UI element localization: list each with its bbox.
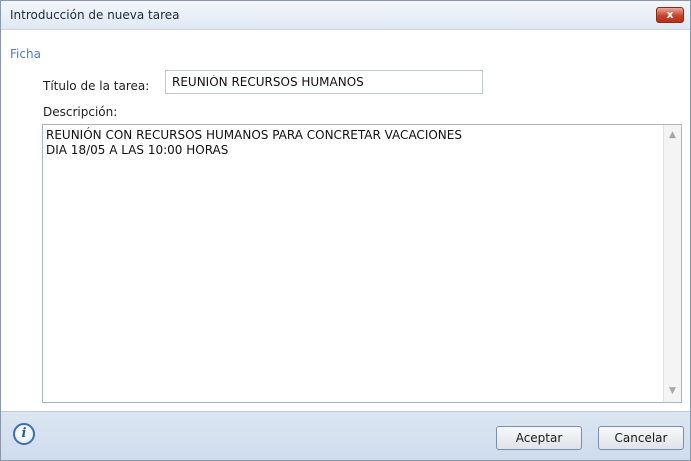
close-icon: x (666, 8, 674, 21)
description-scrollbar[interactable]: ▲ ▼ (663, 125, 681, 402)
window-title: Introducción de nueva tarea (10, 8, 180, 22)
arrow-up-icon[interactable]: ▲ (664, 127, 681, 144)
dialog-footer: i Aceptar Cancelar (1, 411, 690, 460)
dialog-window: Introducción de nueva tarea x Ficha Títu… (0, 0, 691, 461)
description-textarea[interactable]: REUNIÓN CON RECURSOS HUMANOS PARA CONCRE… (42, 124, 682, 403)
task-title-input[interactable] (165, 70, 483, 94)
description-text: REUNIÓN CON RECURSOS HUMANOS PARA CONCRE… (46, 128, 462, 157)
accept-button[interactable]: Aceptar (496, 426, 582, 450)
cancel-button[interactable]: Cancelar (598, 426, 684, 450)
arrow-down-icon[interactable]: ▼ (664, 383, 681, 400)
title-bar[interactable]: Introducción de nueva tarea x (1, 1, 690, 30)
info-icon[interactable]: i (13, 423, 35, 445)
tab-ficha[interactable]: Ficha (10, 47, 41, 61)
close-button[interactable]: x (656, 7, 684, 23)
task-title-label: Título de la tarea: (43, 79, 150, 93)
description-label: Descripción: (43, 105, 118, 119)
